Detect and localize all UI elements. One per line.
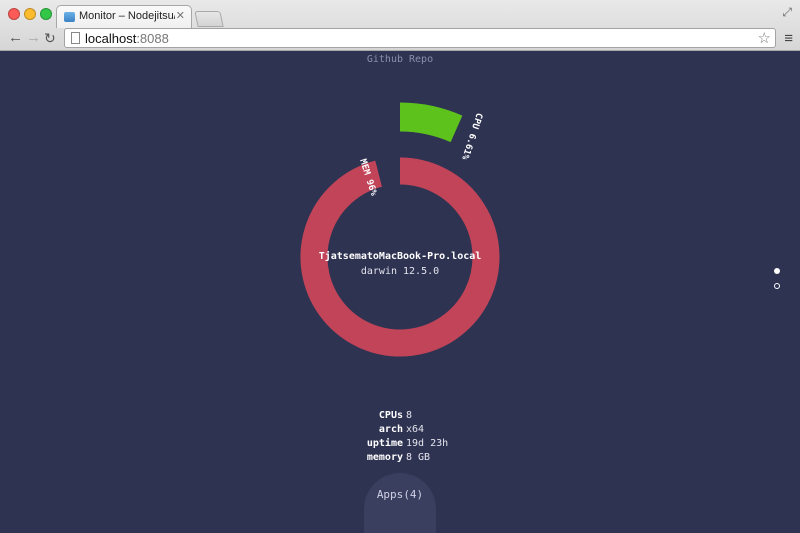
page-indicator[interactable] xyxy=(774,283,780,289)
url-text: localhost:8088 xyxy=(85,31,169,46)
os-version: darwin 12.5.0 xyxy=(361,266,439,277)
monitor-page: Github Repo TjatsematoMacBook-Pro.local … xyxy=(0,51,800,533)
url-host: localhost xyxy=(85,31,137,46)
menu-icon[interactable]: ≡ xyxy=(784,30,793,47)
tab-close-icon[interactable]: ✕ xyxy=(176,9,185,22)
favicon-icon xyxy=(64,12,75,22)
stat-row: arch x64 xyxy=(340,424,480,438)
apps-label: Apps xyxy=(376,488,404,501)
window-minimize-button[interactable] xyxy=(24,8,36,20)
url-port: :8088 xyxy=(136,31,169,46)
stat-value: 8 GB xyxy=(406,452,431,463)
stat-value: 8 xyxy=(406,410,413,421)
apps-count: (4) xyxy=(403,488,424,501)
browser-chrome: Monitor – Nodejitsu/forever ✕ ⤢ ← → ↻ lo… xyxy=(0,0,800,51)
new-tab-button[interactable] xyxy=(194,11,224,27)
fullscreen-icon[interactable]: ⤢ xyxy=(782,5,792,20)
stat-key: memory xyxy=(366,452,403,463)
forward-icon[interactable]: → xyxy=(26,30,41,46)
stat-row: uptime 19d 23h xyxy=(340,438,480,452)
stat-value: x64 xyxy=(406,424,425,435)
stat-key: CPUs xyxy=(378,410,403,421)
window-close-button[interactable] xyxy=(8,8,20,20)
cpu-usage-arc xyxy=(399,102,463,143)
bookmark-star-icon[interactable]: ☆ xyxy=(758,29,771,47)
system-stats: CPUs 8 arch x64 uptime 19d 23h memory 8 GB xyxy=(340,410,480,466)
tab-title: Monitor – Nodejitsu/forever xyxy=(79,10,175,22)
browser-tab[interactable]: Monitor – Nodejitsu/forever ✕ xyxy=(56,5,192,28)
stat-row: memory 8 GB xyxy=(340,452,480,466)
stat-row: CPUs 8 xyxy=(340,410,480,424)
hostname: TjatsematoMacBook-Pro.local xyxy=(319,250,482,262)
stat-key: uptime xyxy=(366,438,403,449)
back-icon[interactable]: ← xyxy=(8,30,23,46)
address-bar[interactable]: localhost:8088 ☆ xyxy=(64,28,776,48)
page-indicator-active[interactable] xyxy=(774,268,780,274)
window-zoom-button[interactable] xyxy=(40,8,52,20)
cpu-label: CPU 6.61% xyxy=(459,111,484,161)
page-icon xyxy=(71,32,80,44)
reload-icon[interactable]: ↻ xyxy=(44,30,56,46)
stat-key: arch xyxy=(378,424,403,435)
stat-value: 19d 23h xyxy=(406,438,449,449)
